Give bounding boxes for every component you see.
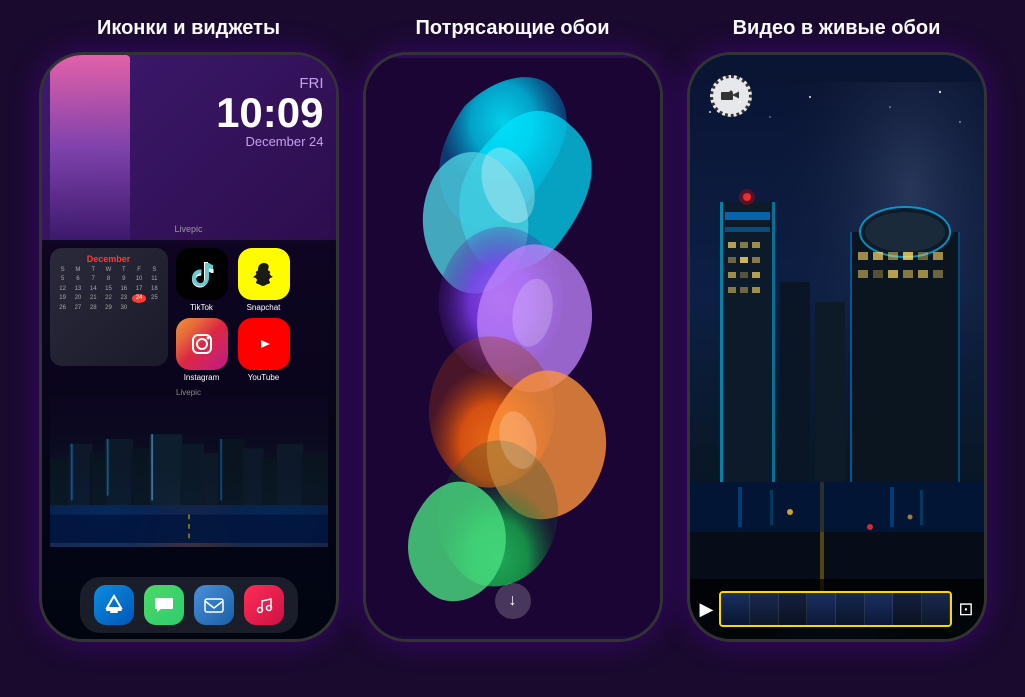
youtube-icon [238,318,290,370]
widget-row-1: December S M T W T F S 5 6 [50,248,328,382]
app-icon-instagram[interactable]: Instagram [174,318,230,382]
cal-cell: 11 [147,275,161,283]
cal-cell: 23 [117,294,131,302]
snapchat-icon [238,248,290,300]
cal-cell-today: 24 [132,294,146,302]
lock-date: December 24 [216,134,323,149]
cal-cell: S [56,266,70,274]
cal-cell: 15 [101,285,115,293]
cal-cell: 21 [86,294,100,302]
dock-icon-music[interactable] [244,585,284,625]
livepic-label-1: Livepic [174,224,202,234]
cal-cell: T [117,266,131,274]
calendar-widget: December S M T W T F S 5 6 [50,248,168,366]
calendar-month: December [56,254,162,264]
cal-cell: 19 [56,294,70,302]
tiktok-icon [176,248,228,300]
cal-cell: 29 [101,304,115,312]
download-icon: ↓ [509,592,517,610]
calendar-grid: S M T W T F S 5 6 7 8 9 [56,266,162,312]
crop-button[interactable]: ⊡ [958,599,973,620]
video-camera-icon [720,85,742,107]
lock-info: FRI 10:09 December 24 [216,75,323,149]
cal-cell: 18 [147,285,161,293]
cal-cell: 13 [71,285,85,293]
phone1-background: FRI 10:09 December 24 Livepic December S [42,55,336,639]
cal-cell: 14 [86,285,100,293]
instagram-label: Instagram [184,373,220,382]
panel-2-title: Потрясающие обои [407,12,617,44]
timeline-frame [750,593,779,625]
video-timeline: ▶ [690,579,984,639]
panel-icons-widgets: Иконки и виджеты FRI 10:09 December 24 L… [31,12,347,642]
cal-cell: 30 [117,304,131,312]
phone3-background: ▶ [690,55,984,639]
panel-wallpapers: Потрясающие обои [355,12,671,642]
phone2-background: ↓ [366,55,660,639]
timeline-frame [865,593,894,625]
cityscape [50,397,328,547]
panel-3-title: Видео в живые обои [725,12,949,44]
cal-cell: W [101,266,115,274]
cal-cell: 8 [101,275,115,283]
livepic-label-2: Livepic [50,388,328,397]
cal-cell: 22 [101,294,115,302]
dock-icon-appstore[interactable] [94,585,134,625]
cal-cell: 25 [147,294,161,302]
cal-cell: M [71,266,85,274]
cal-cell: F [132,266,146,274]
cal-cell: T [86,266,100,274]
fluid-art-svg [366,55,660,639]
cal-cell: 20 [71,294,85,302]
cal-cell: 12 [56,285,70,293]
download-button[interactable]: ↓ [495,583,531,619]
timeline-strip[interactable] [719,591,952,627]
cal-cell: 10 [132,275,146,283]
cal-cell: 5 [56,275,70,283]
cal-cell: 7 [86,275,100,283]
cal-cell: 17 [132,285,146,293]
timeline-frames [721,593,950,625]
person-image [50,55,130,240]
phone-frame-3: ▶ [687,52,987,642]
phone-frame-1: FRI 10:09 December 24 Livepic December S [39,52,339,642]
cal-cell: 27 [71,304,85,312]
timeline-frame [807,593,836,625]
timeline-frame [721,593,750,625]
city-svg [50,397,328,547]
cal-cell: 28 [86,304,100,312]
lock-screen: FRI 10:09 December 24 Livepic [42,55,336,240]
city-night-svg [690,55,984,639]
tiktok-label: TikTok [190,303,213,312]
app-icon-tiktok[interactable]: TikTok [174,248,230,312]
instagram-icon [176,318,228,370]
dock-icon-mail[interactable] [194,585,234,625]
timeline-frame [893,593,922,625]
video-record-button[interactable] [710,75,752,117]
timeline-frame [922,593,951,625]
snapchat-label: Snapchat [247,303,281,312]
timeline-frame [836,593,865,625]
panel-1-title: Иконки и виджеты [89,12,288,44]
timeline-frame [779,593,808,625]
app-icon-snapchat[interactable]: Snapchat [236,248,292,312]
lock-time: 10:09 [216,92,323,134]
cal-cell: 26 [56,304,70,312]
city-night: ▶ [690,55,984,639]
app-icon-youtube[interactable]: YouTube [236,318,292,382]
home-screen: December S M T W T F S 5 6 [42,240,336,639]
dock-icon-messages[interactable] [144,585,184,625]
app-container: Иконки и виджеты FRI 10:09 December 24 L… [0,0,1025,697]
cal-cell: S [147,266,161,274]
panel-live-wallpaper: Видео в живые обои [679,12,995,642]
app-dock [80,577,298,633]
cal-cell: 6 [71,275,85,283]
cal-cell: 16 [117,285,131,293]
play-button[interactable]: ▶ [700,599,714,620]
cal-cell: 9 [117,275,131,283]
youtube-label: YouTube [248,373,279,382]
app-icon-grid: TikTok Snapchat [174,248,292,382]
phone-frame-2: ↓ [363,52,663,642]
